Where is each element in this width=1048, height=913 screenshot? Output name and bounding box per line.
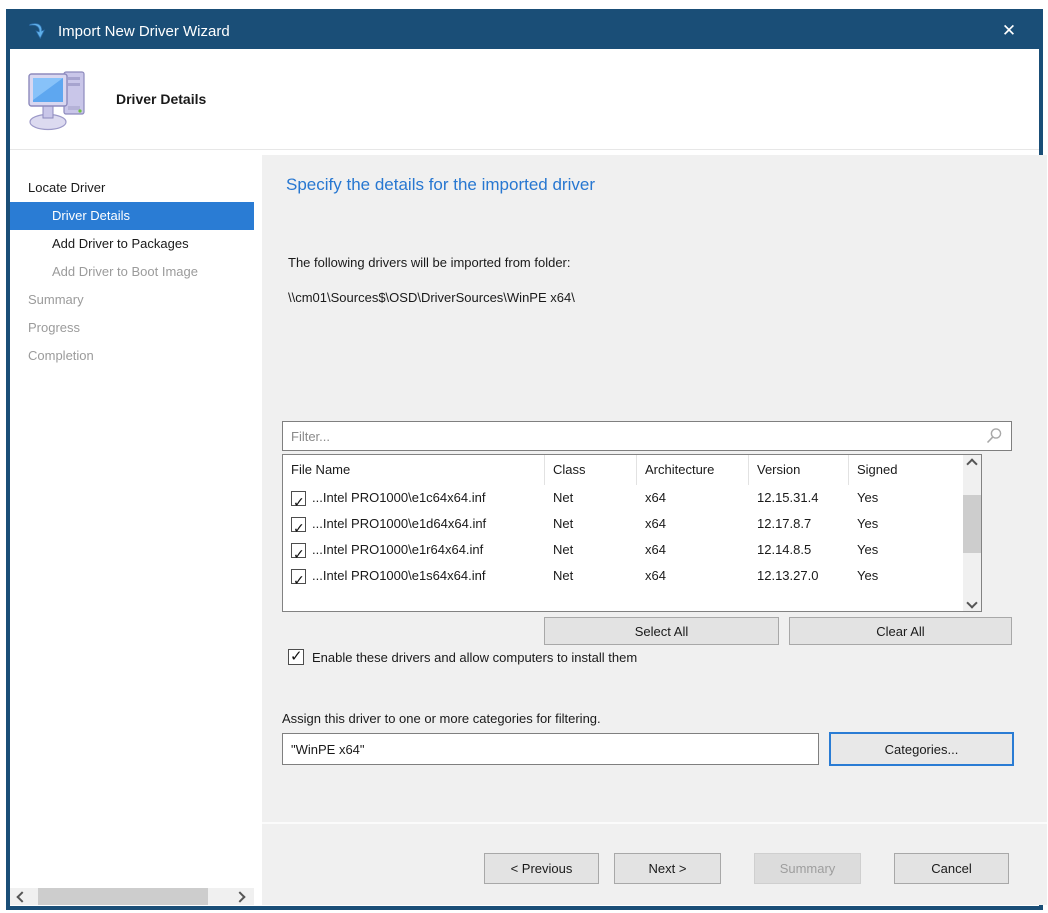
cell-version: 12.14.8.5 — [749, 537, 849, 563]
table-vertical-scrollbar[interactable] — [963, 455, 981, 611]
previous-button[interactable]: < Previous — [484, 853, 599, 884]
enable-drivers-label: Enable these drivers and allow computers… — [312, 650, 637, 665]
cell-signed: Yes — [849, 485, 945, 511]
cell-signed: Yes — [849, 511, 945, 537]
title-bar: Import New Driver Wizard ✕ — [10, 13, 1039, 49]
row-checkbox[interactable] — [291, 491, 306, 506]
content-pane: Specify the details for the imported dri… — [262, 155, 1047, 905]
row-checkbox[interactable] — [291, 569, 306, 584]
cell-signed: Yes — [849, 537, 945, 563]
cell-arch: x64 — [637, 511, 749, 537]
cell-class: Net — [545, 563, 637, 589]
drivers-table: File Name Class Architecture Version Sig… — [282, 454, 982, 612]
column-class[interactable]: Class — [545, 455, 637, 485]
sidebar-item-completion[interactable]: Completion — [10, 342, 254, 370]
window-title: Import New Driver Wizard — [58, 23, 230, 40]
wizard-window: Import New Driver Wizard ✕ Driver Detail… — [6, 9, 1043, 910]
cancel-button[interactable]: Cancel — [894, 853, 1009, 884]
sidebar-item-progress[interactable]: Progress — [10, 314, 254, 342]
filter-box — [282, 421, 1012, 451]
categories-button[interactable]: Categories... — [829, 732, 1014, 766]
cell-version: 12.17.8.7 — [749, 511, 849, 537]
pane-heading: Specify the details for the imported dri… — [286, 175, 595, 195]
cell-arch: x64 — [637, 537, 749, 563]
row-checkbox[interactable] — [291, 543, 306, 558]
cell-class: Net — [545, 511, 637, 537]
wizard-steps-sidebar: Locate Driver Driver Details Add Driver … — [10, 150, 254, 905]
next-button[interactable]: Next > — [614, 853, 721, 884]
driver-source-path: \\cm01\Sources$\OSD\DriverSources\WinPE … — [288, 290, 575, 305]
sidebar-item-locate-driver[interactable]: Locate Driver — [10, 174, 254, 202]
import-intro-text: The following drivers will be imported f… — [288, 255, 571, 270]
sidebar-item-add-driver-boot-image[interactable]: Add Driver to Boot Image — [10, 258, 254, 286]
page-title: Driver Details — [116, 91, 206, 107]
cell-class: Net — [545, 537, 637, 563]
categories-field[interactable] — [282, 733, 819, 765]
assign-category-label: Assign this driver to one or more catego… — [282, 711, 601, 726]
close-icon[interactable]: ✕ — [989, 13, 1029, 49]
search-icon — [985, 427, 1003, 445]
clear-all-button[interactable]: Clear All — [789, 617, 1012, 645]
scrollbar-thumb[interactable] — [38, 888, 208, 905]
sidebar-item-summary[interactable]: Summary — [10, 286, 254, 314]
enable-drivers-checkbox[interactable] — [288, 649, 304, 665]
table-row[interactable]: ...Intel PRO1000\e1d64x64.inf Net x64 12… — [283, 511, 981, 537]
table-row[interactable]: ...Intel PRO1000\e1c64x64.inf Net x64 12… — [283, 485, 981, 511]
wizard-header: Driver Details — [10, 49, 1039, 150]
row-checkbox[interactable] — [291, 517, 306, 532]
scroll-left-icon[interactable] — [16, 891, 27, 902]
sidebar-horizontal-scrollbar[interactable] — [10, 888, 254, 905]
computer-icon — [26, 66, 92, 132]
filter-input[interactable] — [283, 429, 985, 444]
footer-divider — [262, 822, 1047, 824]
table-header-row: File Name Class Architecture Version Sig… — [283, 455, 981, 485]
cell-class: Net — [545, 485, 637, 511]
cell-signed: Yes — [849, 563, 945, 589]
column-architecture[interactable]: Architecture — [637, 455, 749, 485]
scroll-right-icon[interactable] — [234, 891, 245, 902]
sidebar-item-add-driver-packages[interactable]: Add Driver to Packages — [10, 230, 254, 258]
cell-file-name: ...Intel PRO1000\e1c64x64.inf — [312, 485, 485, 511]
scroll-up-icon[interactable] — [966, 458, 977, 469]
table-row[interactable]: ...Intel PRO1000\e1r64x64.inf Net x64 12… — [283, 537, 981, 563]
scroll-down-icon[interactable] — [966, 597, 977, 608]
summary-button: Summary — [754, 853, 861, 884]
column-file-name[interactable]: File Name — [283, 455, 545, 485]
column-version[interactable]: Version — [749, 455, 849, 485]
cell-arch: x64 — [637, 563, 749, 589]
wizard-arrow-icon — [26, 20, 48, 42]
scrollbar-thumb[interactable] — [963, 495, 981, 553]
cell-version: 12.13.27.0 — [749, 563, 849, 589]
table-row[interactable]: ...Intel PRO1000\e1s64x64.inf Net x64 12… — [283, 563, 981, 589]
cell-arch: x64 — [637, 485, 749, 511]
cell-file-name: ...Intel PRO1000\e1r64x64.inf — [312, 537, 483, 563]
cell-file-name: ...Intel PRO1000\e1d64x64.inf — [312, 511, 486, 537]
cell-file-name: ...Intel PRO1000\e1s64x64.inf — [312, 563, 485, 589]
sidebar-item-driver-details[interactable]: Driver Details — [10, 202, 254, 230]
cell-version: 12.15.31.4 — [749, 485, 849, 511]
select-all-button[interactable]: Select All — [544, 617, 779, 645]
column-signed[interactable]: Signed — [849, 455, 945, 485]
